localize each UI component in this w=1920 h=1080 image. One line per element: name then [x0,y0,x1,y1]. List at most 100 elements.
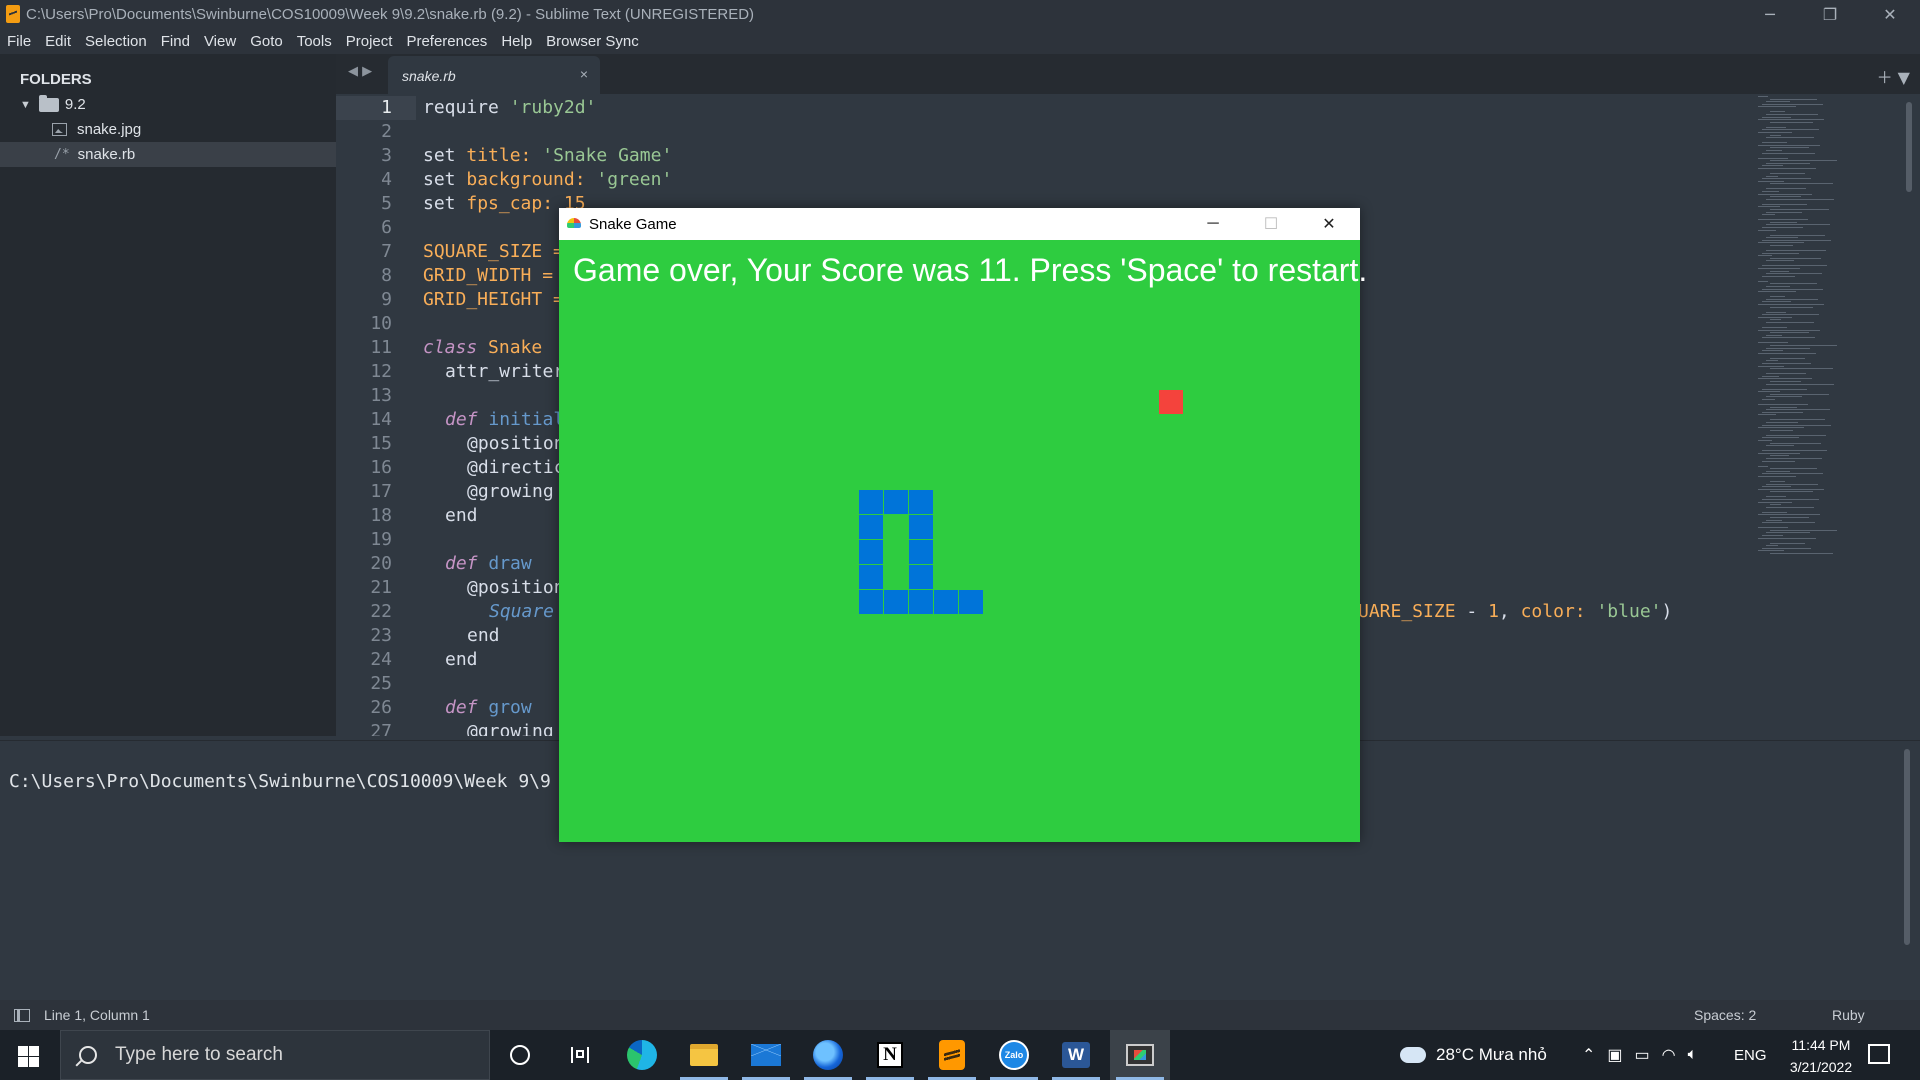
minimap-line [1758,316,1792,318]
minimap-line [1766,334,1782,336]
panel-toggle-icon[interactable] [14,1009,30,1022]
tab-nav-arrows[interactable]: ◀ ▶ [348,64,372,79]
minimap-line [1766,496,1786,498]
menu-edit[interactable]: Edit [38,33,78,50]
game-minimize-button[interactable]: ─ [1184,208,1242,240]
task-view-icon[interactable] [550,1030,610,1080]
menu-browser-sync[interactable]: Browser Sync [539,33,646,50]
game-close-button[interactable]: ✕ [1300,208,1358,240]
chevron-up-icon[interactable]: ⌃ [1582,1045,1595,1065]
snake-segment [959,590,983,614]
search-icon [79,1046,97,1064]
minimize-button[interactable]: ─ [1740,0,1800,28]
code-line-22-left: Square [489,601,555,622]
menu-find[interactable]: Find [154,33,197,50]
minimap-line [1766,162,1810,164]
expand-triangle-icon[interactable]: ▼ [20,99,31,111]
minimap-line [1770,491,1813,493]
console-scrollbar[interactable] [1904,749,1910,945]
notification-icon[interactable] [1868,1044,1890,1064]
wifi-icon[interactable]: ◠ [1662,1045,1676,1065]
file-explorer-icon[interactable] [674,1030,734,1080]
file-item-snake-rb[interactable]: /* snake.rb [0,142,336,167]
minimap-line [1762,499,1819,500]
ruby-window-icon[interactable] [1110,1030,1170,1080]
language-indicator[interactable]: ENG [1734,1030,1767,1080]
minimap-line [1766,175,1778,177]
cortana-icon[interactable] [490,1030,550,1080]
edge-icon[interactable] [612,1030,672,1080]
minimap-line [1770,270,1789,272]
weather-widget[interactable]: 28°C Mưa nhỏ [1400,1030,1547,1080]
menu-goto[interactable]: Goto [243,33,290,50]
code-line-18: end [445,505,478,526]
code-line-11: class Snake [423,337,543,358]
taskbar-search-box[interactable]: Type here to search [60,1030,490,1080]
minimap-line [1770,147,1809,149]
tab-snake-rb[interactable]: snake.rb × [388,56,600,94]
minimap-line [1766,506,1814,508]
menu-help[interactable]: Help [494,33,539,50]
menu-file[interactable]: File [0,33,38,50]
syntax-setting[interactable]: Ruby [1832,1007,1865,1023]
minimap-line [1762,522,1815,524]
notion-icon[interactable]: N [860,1030,920,1080]
menu-preferences[interactable]: Preferences [399,33,494,50]
game-maximize-button[interactable]: ☐ [1242,208,1300,240]
line-number: 17 [370,481,392,502]
minimap-line [1762,547,1811,549]
code-line-9: GRID_HEIGHT = [423,289,564,310]
status-bar: Line 1, Column 1 Spaces: 2 Ruby [0,1000,1920,1030]
close-button[interactable]: ✕ [1860,0,1920,28]
search-placeholder: Type here to search [115,1044,283,1065]
windows-start-icon[interactable] [18,1046,39,1067]
minimap-line [1766,519,1782,521]
editor-scrollbar[interactable] [1906,102,1912,192]
minimap-line [1758,132,1792,133]
file-name: snake.jpg [77,121,142,138]
restore-button[interactable]: ❐ [1800,0,1860,28]
folder-item[interactable]: ▼ 9.2 [0,92,336,117]
minimap-line [1758,404,1808,405]
minimap-line [1762,142,1787,144]
menu-view[interactable]: View [197,33,243,50]
minimap-line [1766,126,1786,128]
minimap-line [1758,291,1796,293]
meet-now-icon[interactable]: ▣ [1607,1045,1622,1065]
tab-tools[interactable]: ＋ ▼ [1877,64,1910,88]
volume-icon[interactable]: 🔈︎ [1688,1046,1698,1064]
line-number: 21 [370,577,392,598]
minimap-line [1766,422,1798,423]
minimap-line [1762,227,1803,228]
snake-segment [909,565,933,589]
line-number: 26 [370,697,392,718]
snake-game-window[interactable]: Snake Game ─ ☐ ✕ Game over, Your Score w… [559,208,1367,842]
menu-selection[interactable]: Selection [78,33,154,50]
code-line-1: require 'ruby2d' [423,97,597,118]
minimap-line [1766,532,1810,534]
line-number: 3 [381,145,392,166]
sublime-icon[interactable] [922,1030,982,1080]
zalo-icon[interactable]: Zalo [984,1030,1044,1080]
minimap-line [1770,517,1809,518]
file-item-snake-jpg[interactable]: snake.jpg [0,117,336,142]
indentation-setting[interactable]: Spaces: 2 [1694,1007,1756,1023]
battery-icon[interactable]: ▭ [1635,1045,1650,1065]
minimap-line [1770,455,1789,457]
minimap-line [1770,406,1797,408]
menu-project[interactable]: Project [339,33,400,50]
minimap-line [1762,473,1823,475]
minimap[interactable] [1754,94,1894,554]
minimap-line [1770,245,1793,246]
tab-close-icon[interactable]: × [580,66,588,82]
tab-bar: ◀ ▶ snake.rb × ＋ ▼ [336,54,1920,94]
firefox-icon[interactable] [798,1030,858,1080]
minimap-line [1758,391,1780,393]
word-icon[interactable]: W [1046,1030,1106,1080]
clock[interactable]: 11:44 PM 3/21/2022 [1776,1034,1866,1078]
menu-bar: File Edit Selection Find View Goto Tools… [0,28,1920,54]
minimap-line [1758,465,1768,467]
minimap-line [1766,150,1782,151]
mail-icon[interactable] [736,1030,796,1080]
menu-tools[interactable]: Tools [290,33,339,50]
